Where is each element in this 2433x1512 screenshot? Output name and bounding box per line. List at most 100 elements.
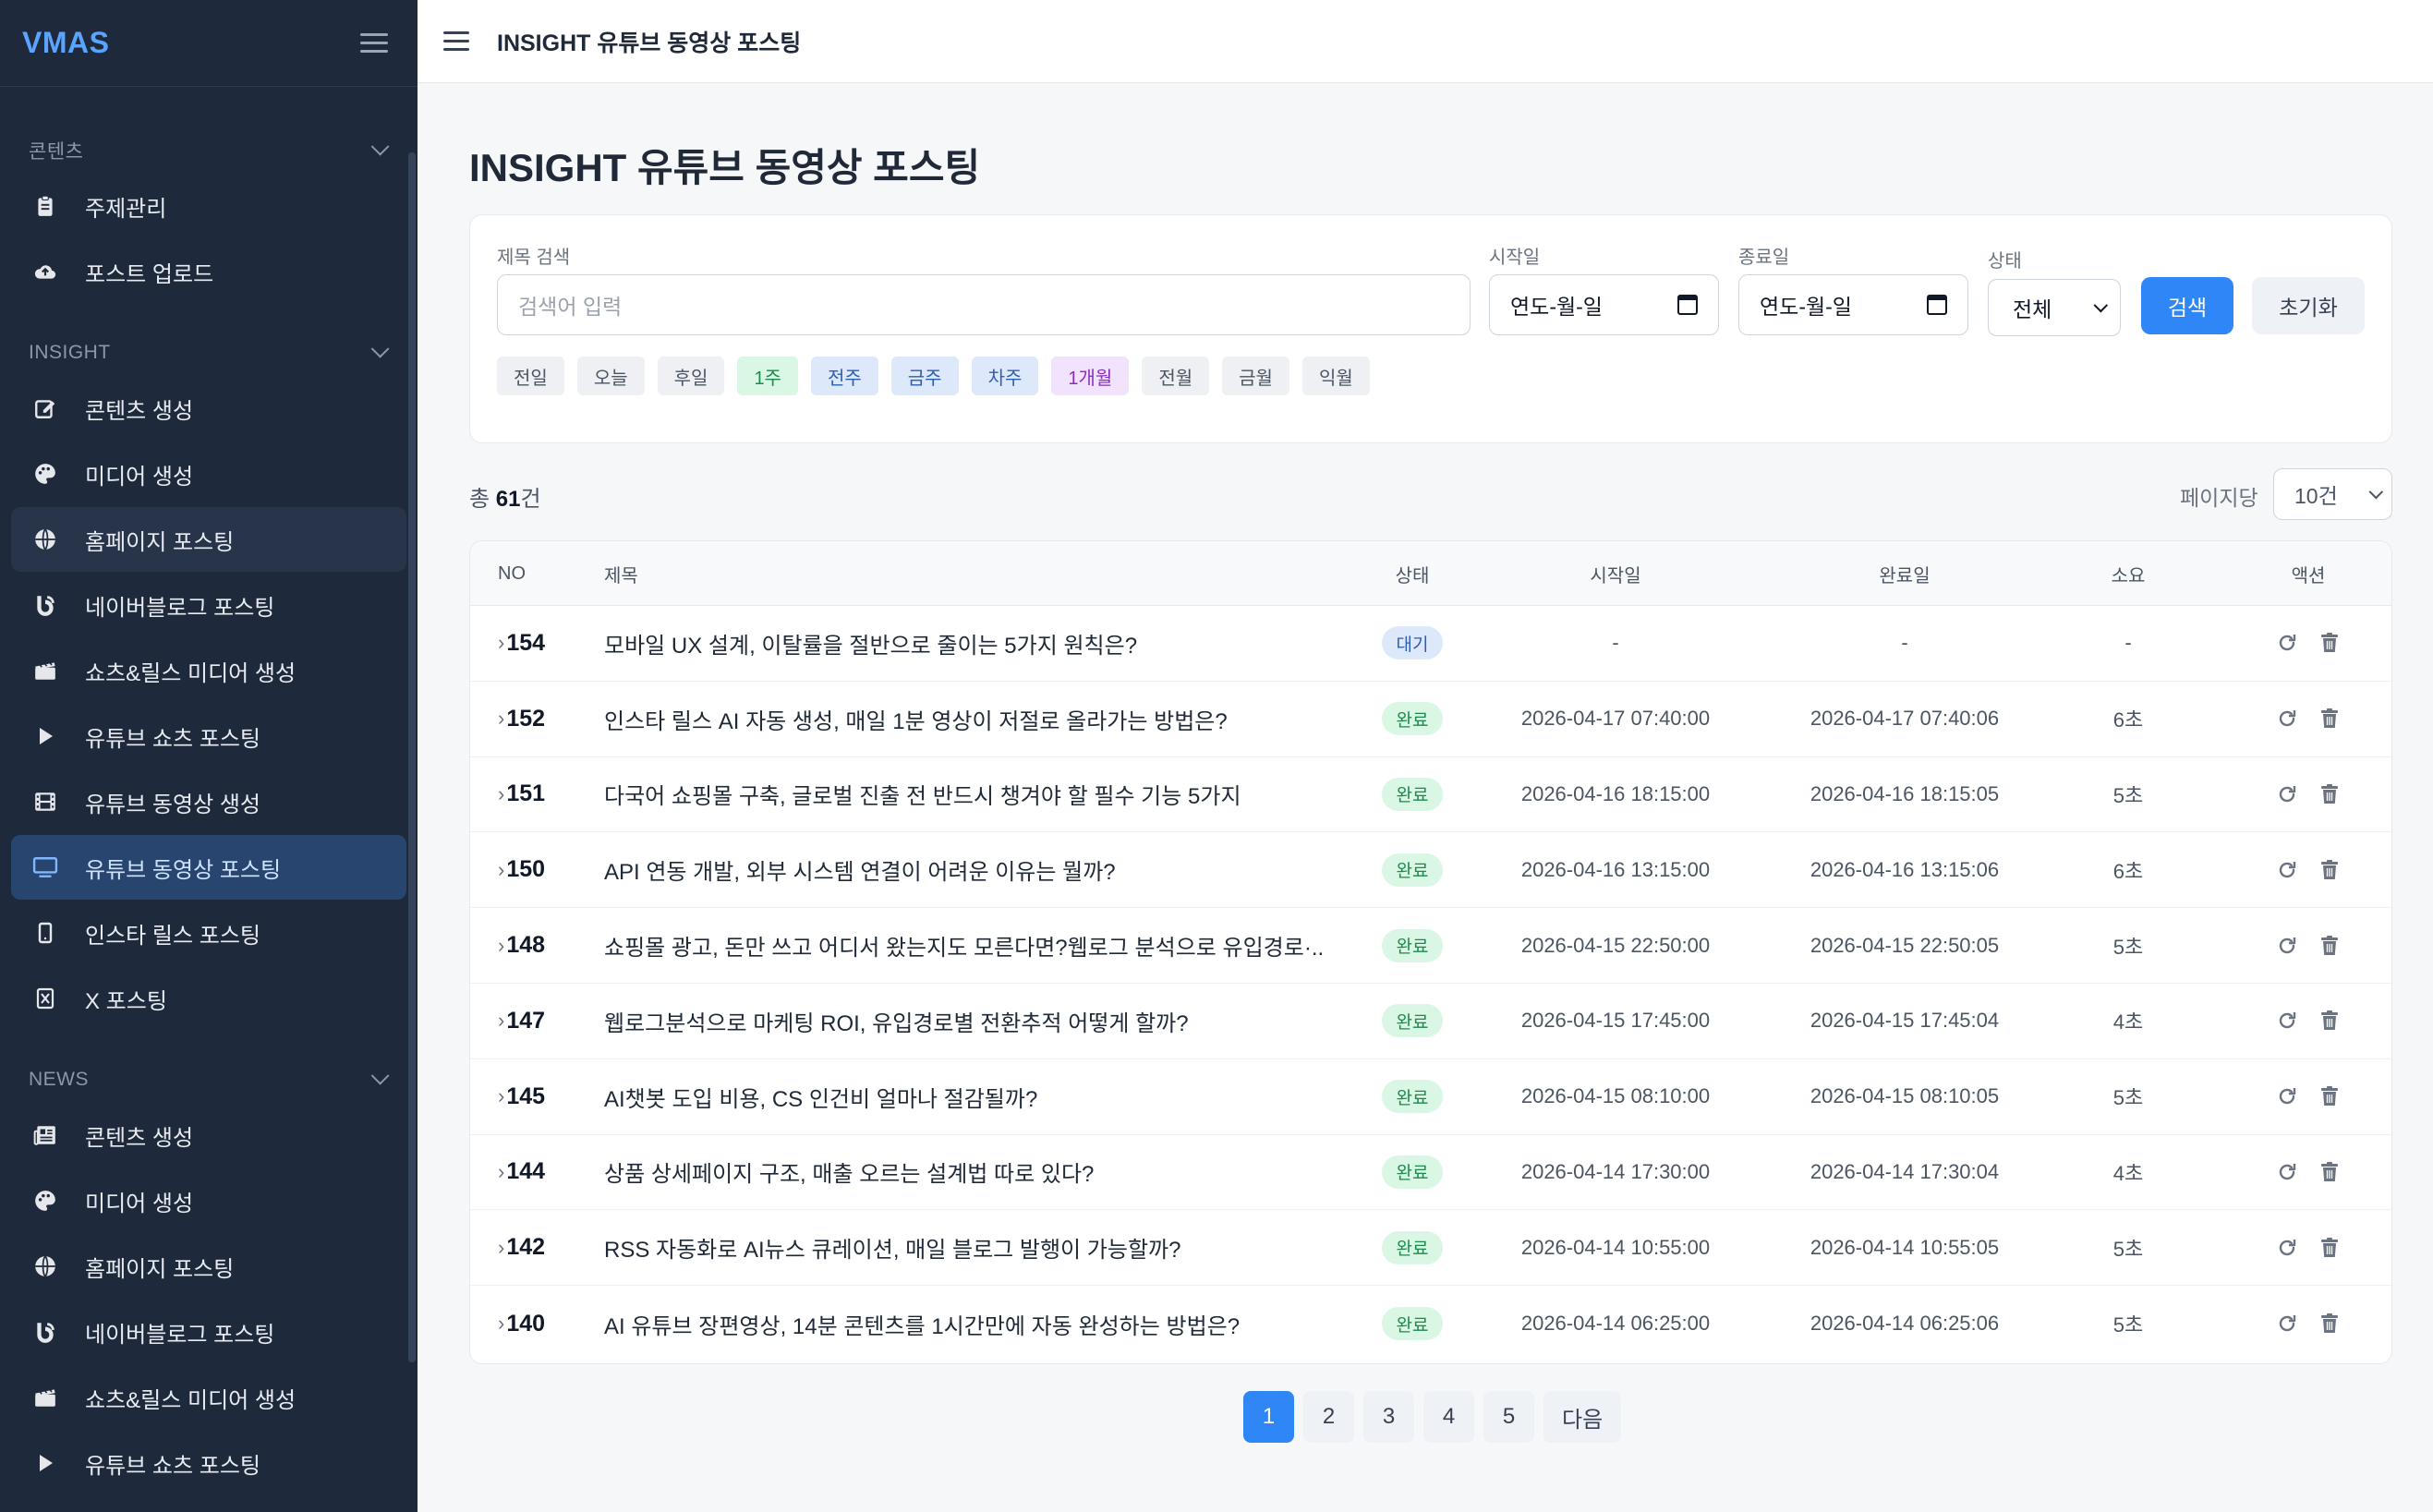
menu-toggle-icon[interactable] [443,31,469,51]
date-range-chip[interactable]: 오늘 [576,357,645,395]
trash-icon[interactable] [2318,1236,2342,1260]
trash-icon[interactable] [2318,858,2342,882]
chevron-down-icon[interactable] [370,137,390,156]
table-row[interactable]: › 145 AI챗봇 도입 비용, CS 인건비 얼마나 절감될까? 완료 2026-0… [470,1059,2391,1135]
sidebar-group-header[interactable]: NEWS [11,1062,406,1097]
sidebar-item[interactable]: 인스타 릴스 포스팅 [11,901,406,965]
table-row[interactable]: › 140 AI 유튜브 장편영상, 14분 콘텐츠를 1시간만에 자동 완성하는 … [470,1286,2391,1361]
sidebar-item[interactable]: 콘텐츠 생성 [11,1103,406,1167]
retry-icon[interactable] [2275,934,2299,958]
chevron-right-icon[interactable]: › [498,1312,504,1336]
table-row[interactable]: › 154 모바일 UX 설계, 이탈률을 절반으로 줄이는 5가지 원칙은? 대기 -… [470,606,2391,682]
next-page-button[interactable]: 다음 [1543,1391,1622,1443]
col-status[interactable]: 상태 [1371,541,1454,606]
app-logo[interactable]: VMAS [22,26,109,60]
row-number[interactable]: › 147 [498,984,545,1058]
trash-icon[interactable] [2318,782,2342,806]
retry-icon[interactable] [2275,858,2299,882]
chevron-right-icon[interactable]: › [498,934,504,958]
sidebar-item[interactable]: 미디어 생성 [11,1168,406,1233]
sidebar-item[interactable]: 쇼츠&릴스 미디어 생성 [11,638,406,703]
date-range-chip[interactable]: 금월 [1222,357,1289,395]
chevron-right-icon[interactable]: › [498,858,504,882]
date-range-chip[interactable]: 전월 [1142,357,1210,395]
table-row[interactable]: › 148 쇼핑몰 광고, 돈만 쓰고 어디서 왔는지도 모른다면?웹로그 분석으로… [470,908,2391,984]
row-title[interactable]: 모바일 UX 설계, 이탈률을 절반으로 줄이는 5가지 원칙은? [604,606,1325,681]
table-row[interactable]: › 151 다국어 쇼핑몰 구축, 글로벌 진출 전 반드시 챙겨야 할 필수 기능… [470,757,2391,833]
row-title[interactable]: 다국어 쇼핑몰 구축, 글로벌 진출 전 반드시 챙겨야 할 필수 기능 5가지 [604,757,1325,832]
calendar-icon[interactable] [1927,295,1947,315]
row-number[interactable]: › 142 [498,1210,545,1285]
row-number[interactable]: › 151 [498,757,545,832]
status-select[interactable]: 전체 [1988,279,2121,336]
end-date-input[interactable]: 연도-월-일 [1738,274,1968,335]
retry-icon[interactable] [2275,1084,2299,1108]
sidebar-group-header[interactable]: 콘텐츠 [11,133,406,168]
row-title[interactable]: AI챗봇 도입 비용, CS 인건비 얼마나 절감될까? [604,1059,1325,1134]
retry-icon[interactable] [2275,707,2299,731]
sidebar-item[interactable]: 콘텐츠 생성 [11,376,406,441]
sidebar-item[interactable]: 유튜브 동영상 생성 [11,769,406,834]
trash-icon[interactable] [2318,631,2342,655]
date-range-chip[interactable]: 후일 [657,357,725,395]
sidebar-scrollbar[interactable] [408,152,416,1362]
sidebar-item[interactable]: 쇼츠&릴스 미디어 생성 [11,1365,406,1430]
date-range-chip[interactable]: 금주 [890,357,959,395]
trash-icon[interactable] [2318,1312,2342,1336]
start-date-input[interactable]: 연도-월-일 [1489,274,1719,335]
row-title[interactable]: 인스타 릴스 AI 자동 생성, 매일 1분 영상이 저절로 올라가는 방법은? [604,682,1325,756]
row-title[interactable]: 상품 상세페이지 구조, 매출 오르는 설계법 따로 있다? [604,1135,1325,1210]
title-search-input[interactable]: 검색어 입력 [497,274,1471,335]
sidebar-item[interactable]: 네이버블로그 포스팅 [11,573,406,637]
trash-icon[interactable] [2318,707,2342,731]
table-row[interactable]: › 150 API 연동 개발, 외부 시스템 연결이 어려운 이유는 뭘까? 완료 2… [470,832,2391,909]
trash-icon[interactable] [2318,1084,2342,1108]
sidebar-item[interactable]: 유튜브 쇼츠 포스팅 [11,704,406,768]
row-number[interactable]: › 144 [498,1135,545,1210]
chevron-right-icon[interactable]: › [498,1084,504,1108]
page-button[interactable]: 5 [1483,1391,1534,1443]
chevron-right-icon[interactable]: › [498,1009,504,1033]
sidebar-item[interactable]: 홈페이지 포스팅 [11,1234,406,1299]
page-button[interactable]: 1 [1243,1391,1294,1443]
row-number[interactable]: › 154 [498,606,545,681]
chevron-right-icon[interactable]: › [498,707,504,731]
date-range-chip[interactable]: 1개월 [1051,357,1130,395]
per-page-select[interactable]: 10건 [2273,468,2392,520]
search-button[interactable]: 검색 [2141,277,2233,334]
row-number[interactable]: › 140 [498,1286,545,1361]
reset-button[interactable]: 초기화 [2252,277,2365,334]
sidebar-group-header[interactable]: INSIGHT [11,335,406,370]
sidebar-item[interactable]: 네이버블로그 포스팅 [11,1300,406,1364]
chevron-right-icon[interactable]: › [498,631,504,655]
row-number[interactable]: › 150 [498,832,545,907]
page-button[interactable]: 2 [1303,1391,1354,1443]
sidebar-item[interactable]: 유튜브 쇼츠 포스팅 [11,1431,406,1495]
row-title[interactable]: AI 유튜브 장편영상, 14분 콘텐츠를 1시간만에 자동 완성하는 방법은? [604,1286,1325,1361]
row-title[interactable]: RSS 자동화로 AI뉴스 큐레이션, 매일 블로그 발행이 가능할까? [604,1210,1325,1285]
chevron-down-icon[interactable] [370,1066,390,1085]
sidebar-item[interactable]: 주제관리 [11,174,406,238]
col-title[interactable]: 제목 [604,541,638,606]
sidebar-item[interactable]: 유튜브 동영상 포스팅 [11,835,406,900]
row-number[interactable]: › 145 [498,1059,545,1134]
row-number[interactable]: › 152 [498,682,545,756]
table-row[interactable]: › 152 인스타 릴스 AI 자동 생성, 매일 1분 영상이 저절로 올라가는 … [470,682,2391,757]
row-title[interactable]: API 연동 개발, 외부 시스템 연결이 어려운 이유는 뭘까? [604,832,1325,907]
chevron-right-icon[interactable]: › [498,782,504,806]
sidebar-item[interactable]: 미디어 생성 [11,442,406,506]
row-title[interactable]: 웹로그분석으로 마케팅 ROI, 유입경로별 전환추적 어떻게 할까? [604,984,1325,1058]
retry-icon[interactable] [2275,631,2299,655]
retry-icon[interactable] [2275,782,2299,806]
col-duration[interactable]: 소요 [2077,541,2179,606]
retry-icon[interactable] [2275,1009,2299,1033]
date-range-chip[interactable]: 차주 [971,357,1039,395]
date-range-chip[interactable]: 전주 [810,357,878,395]
row-number[interactable]: › 148 [498,908,545,983]
retry-icon[interactable] [2275,1312,2299,1336]
col-end[interactable]: 완료일 [1775,541,2034,606]
col-no[interactable]: NO [498,541,526,606]
retry-icon[interactable] [2275,1236,2299,1260]
retry-icon[interactable] [2275,1160,2299,1184]
col-start[interactable]: 시작일 [1486,541,1745,606]
